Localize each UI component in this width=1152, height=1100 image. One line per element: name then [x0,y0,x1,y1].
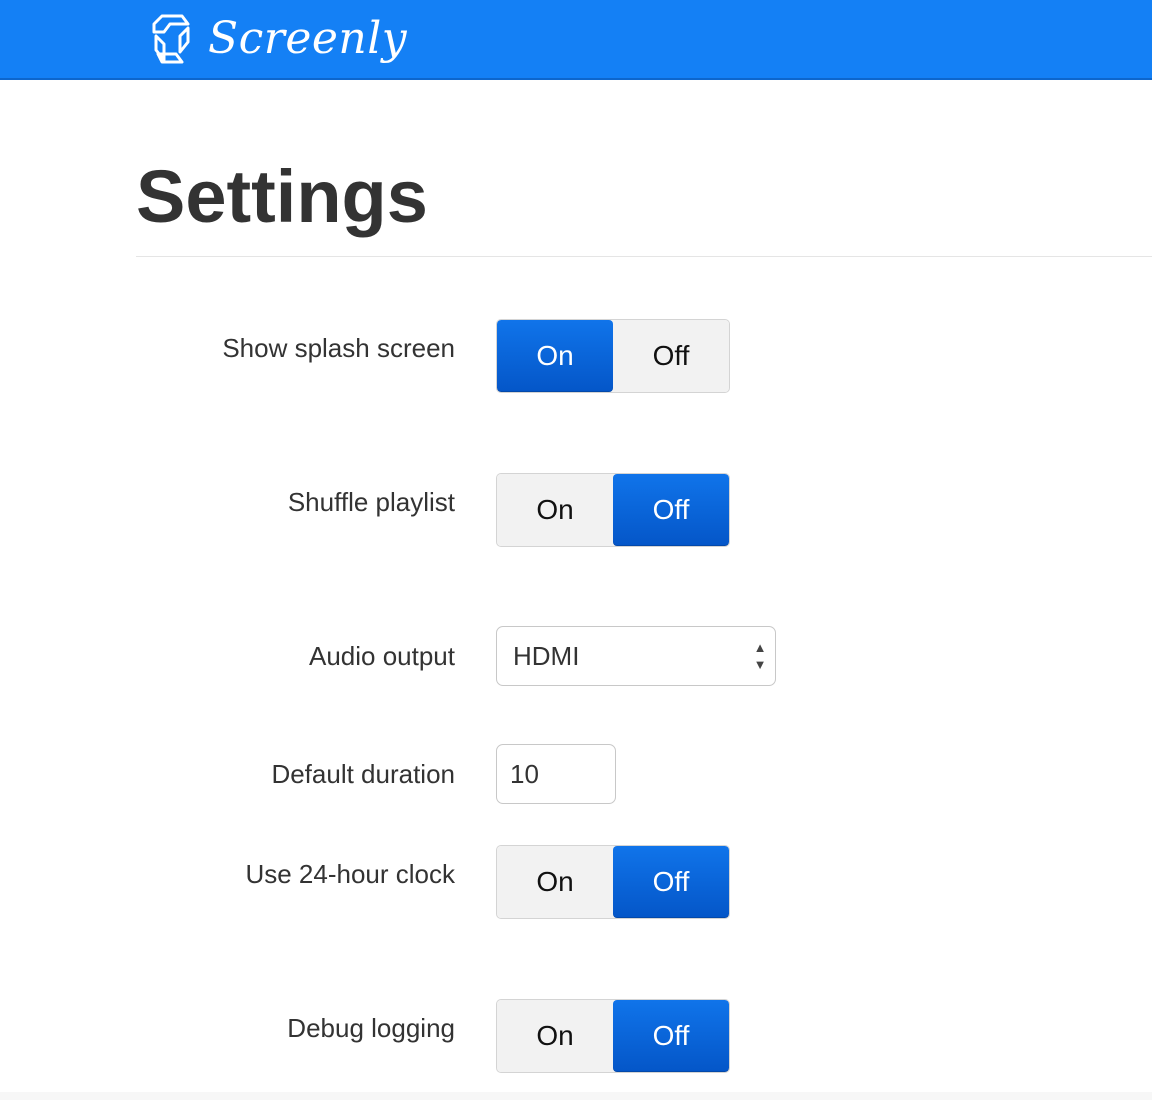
audio-output-select[interactable]: HDMI ▲ ▼ [496,626,776,686]
brand-link[interactable]: Screenly [148,4,407,74]
shuffle-playlist-off-button[interactable]: Off [613,474,729,546]
page-title: Settings [136,155,428,238]
debug-logging-on-button[interactable]: On [497,1000,613,1072]
updown-arrows-icon: ▲ ▼ [753,640,767,672]
shuffle-playlist-toggle: On Off [496,473,730,547]
debug-logging-off-button[interactable]: Off [613,1000,729,1072]
brand-name: Screenly [208,13,408,64]
screenly-logo-icon [148,10,196,68]
footer-edge [0,1092,1152,1100]
audio-output-selected-value: HDMI [513,640,580,671]
debug-logging-toggle: On Off [496,999,730,1073]
show-splash-screen-toggle: On Off [496,319,730,393]
shuffle-playlist-label: Shuffle playlist [287,487,455,517]
default-duration-label: Default duration [271,759,455,789]
title-divider [136,256,1152,257]
debug-logging-label: Debug logging [287,1013,455,1043]
show-splash-screen-label: Show splash screen [222,333,455,363]
use-24-hour-clock-off-button[interactable]: Off [613,846,729,918]
use-24-hour-clock-label: Use 24-hour clock [245,859,455,889]
show-splash-screen-on-button[interactable]: On [497,320,613,392]
shuffle-playlist-on-button[interactable]: On [497,474,613,546]
audio-output-label: Audio output [308,641,455,671]
show-splash-screen-off-button[interactable]: Off [613,320,729,392]
use-24-hour-clock-on-button[interactable]: On [497,846,613,918]
use-24-hour-clock-toggle: On Off [496,845,730,919]
default-duration-input[interactable] [496,744,616,804]
navbar: Screenly [0,0,1152,80]
